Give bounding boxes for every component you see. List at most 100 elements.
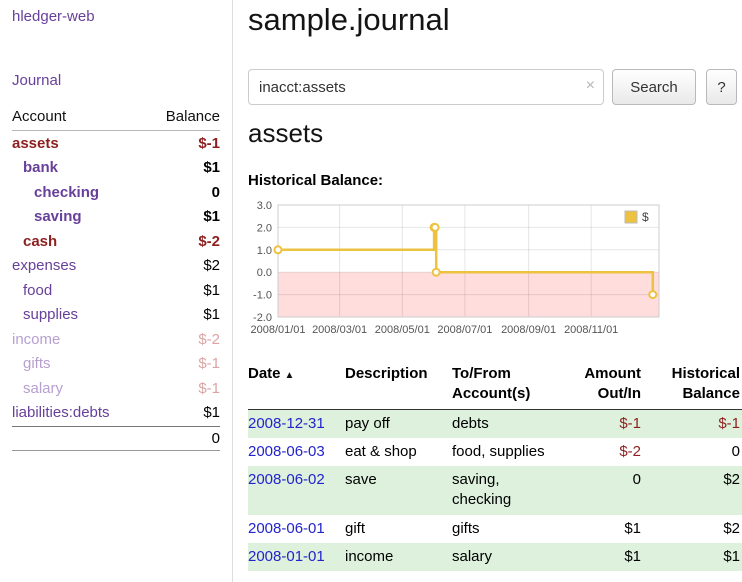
transaction-description: gift: [345, 515, 452, 543]
account-balance: 0: [212, 184, 220, 201]
help-button[interactable]: ?: [706, 69, 737, 105]
transaction-accounts: saving, checking: [452, 466, 568, 515]
svg-text:2008/03/01: 2008/03/01: [312, 324, 367, 336]
transaction-amount: $-2: [568, 438, 643, 466]
svg-text:$: $: [642, 210, 649, 224]
accounts-column-header: To/From Account(s): [452, 360, 568, 409]
historical-balance-column-header: Historical Balance: [643, 360, 742, 409]
account-link[interactable]: bank: [23, 159, 58, 176]
transaction-date-link[interactable]: 2008-01-01: [248, 543, 345, 571]
account-balance: $1: [203, 208, 220, 225]
account-balance: $1: [203, 282, 220, 299]
svg-text:3.0: 3.0: [257, 200, 272, 212]
account-row: bank $1: [12, 156, 220, 181]
account-link[interactable]: assets: [12, 135, 59, 152]
transaction-balance: $2: [643, 466, 742, 515]
account-row: liabilities:debts $1: [12, 401, 220, 426]
account-link[interactable]: salary: [23, 380, 63, 397]
transaction-amount: $-1: [568, 410, 643, 438]
transaction-amount: $1: [568, 515, 643, 543]
accounts-total-value: 0: [212, 430, 220, 447]
transaction-accounts: food, supplies: [452, 438, 568, 466]
account-column-header: Account: [12, 108, 66, 125]
account-balance: $-1: [198, 355, 220, 372]
account-balance: $-1: [198, 135, 220, 152]
transaction-date-link[interactable]: 2008-12-31: [248, 410, 345, 438]
transaction-balance: $-1: [643, 410, 742, 438]
transaction-description: income: [345, 543, 452, 571]
svg-text:2008/05/01: 2008/05/01: [375, 324, 430, 336]
account-link[interactable]: expenses: [12, 257, 76, 274]
transaction-accounts: debts: [452, 410, 568, 438]
account-row: cash$-2: [12, 229, 220, 254]
accounts-table-header: Account Balance: [12, 106, 220, 131]
register-row: 2008-01-01incomesalary$1$1: [248, 543, 742, 571]
account-link[interactable]: food: [23, 282, 52, 299]
transaction-date-link[interactable]: 2008-06-02: [248, 466, 345, 515]
clear-search-icon[interactable]: ×: [586, 78, 595, 94]
account-balance: $1: [203, 159, 220, 176]
transaction-accounts: gifts: [452, 515, 568, 543]
svg-text:0.0: 0.0: [257, 267, 272, 279]
account-row: gifts $-1: [12, 352, 220, 377]
search-button[interactable]: Search: [612, 69, 696, 105]
amount-column-header: Amount Out/In: [568, 360, 643, 409]
svg-text:2008/07/01: 2008/07/01: [437, 324, 492, 336]
main-content: sample.journal × Search ? assets Histori…: [248, 0, 742, 582]
svg-text:2008/01/01: 2008/01/01: [250, 324, 305, 336]
search-input[interactable]: [248, 69, 604, 105]
svg-text:-1.0: -1.0: [253, 290, 272, 302]
account-balance: $-2: [198, 331, 220, 348]
account-row: supplies $1: [12, 303, 220, 328]
chart-title: Historical Balance:: [248, 172, 383, 189]
transaction-description: pay off: [345, 410, 452, 438]
account-row: saving $1: [12, 205, 220, 230]
svg-text:2008/11/01: 2008/11/01: [564, 324, 618, 336]
sort-ascending-icon: ▲: [285, 370, 295, 381]
account-link[interactable]: cash: [23, 233, 57, 250]
transaction-date-link[interactable]: 2008-06-03: [248, 438, 345, 466]
svg-text:1.0: 1.0: [257, 245, 272, 257]
account-balance: $1: [203, 404, 220, 421]
account-row: expenses $2: [12, 254, 220, 279]
register-row: 2008-06-01giftgifts$1$2: [248, 515, 742, 543]
description-column-header: Description: [345, 360, 452, 409]
svg-text:2.0: 2.0: [257, 222, 272, 234]
account-link[interactable]: saving: [34, 208, 82, 225]
sidebar: hledger-web Journal Account Balance asse…: [0, 0, 233, 582]
accounts-table-body: assets$-1bank$1checking0saving$1cash$-2e…: [12, 131, 220, 425]
search-bar: × Search ?: [248, 69, 742, 105]
date-column-label: Date: [248, 365, 281, 382]
transaction-amount: $1: [568, 543, 643, 571]
search-box: ×: [248, 69, 604, 105]
register-row: 2008-06-03eat & shopfood, supplies$-20: [248, 438, 742, 466]
account-balance: $1: [203, 306, 220, 323]
account-link[interactable]: liabilities:debts: [12, 404, 110, 421]
accounts-total-row: 0: [12, 426, 220, 451]
register-table: Date ▲ Description To/From Account(s) Amo…: [248, 360, 742, 571]
transaction-description: eat & shop: [345, 438, 452, 466]
journal-link[interactable]: Journal: [12, 72, 61, 89]
accounts-table: Account Balance assets $-1 bank $1 checking 0…: [12, 106, 220, 451]
transaction-balance: $1: [643, 543, 742, 571]
account-row: checking 0: [12, 180, 220, 205]
date-column-header[interactable]: Date ▲: [248, 360, 345, 409]
svg-text:2008/09/01: 2008/09/01: [501, 324, 556, 336]
app-title-link[interactable]: hledger-web: [12, 8, 95, 25]
account-row: assets $-1: [12, 131, 220, 156]
account-row: salary$-1: [12, 376, 220, 401]
register-row: 2008-12-31pay offdebts$-1$-1: [248, 410, 742, 438]
transaction-description: save: [345, 466, 452, 515]
account-link[interactable]: gifts: [23, 355, 51, 372]
svg-text:-2.0: -2.0: [253, 312, 272, 324]
account-link[interactable]: supplies: [23, 306, 78, 323]
account-balance: $2: [203, 257, 220, 274]
transaction-date-link[interactable]: 2008-06-01: [248, 515, 345, 543]
account-link[interactable]: income: [12, 331, 60, 348]
register-row: 2008-06-02savesaving, checking0$2: [248, 466, 742, 515]
account-row: food $1: [12, 278, 220, 303]
register-header: Date ▲ Description To/From Account(s) Amo…: [248, 360, 742, 410]
balance-column-header: Balance: [166, 108, 220, 125]
account-link[interactable]: checking: [34, 184, 99, 201]
register-body: 2008-12-31pay offdebts$-1$-12008-06-03ea…: [248, 410, 742, 572]
